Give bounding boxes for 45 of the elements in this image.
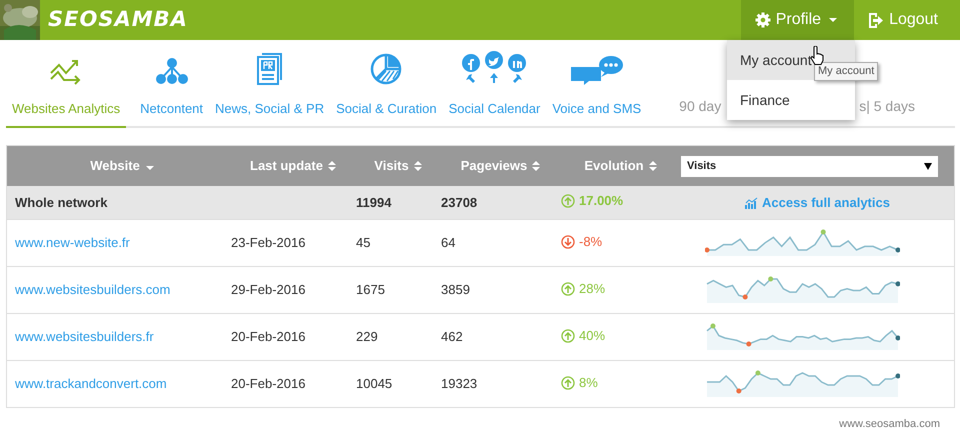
nav-tab[interactable]: Websites Analytics <box>6 40 126 128</box>
nav-tab[interactable]: Social Calendar <box>442 40 546 128</box>
metric-select[interactable]: Visits <box>681 156 938 176</box>
table-cell: 23708 <box>441 194 478 210</box>
table-cell: 45 <box>356 235 370 250</box>
website-link[interactable]: www.new-website.fr <box>15 235 130 250</box>
profile-button[interactable]: Profile <box>740 0 854 40</box>
column-header[interactable]: Visits <box>374 156 423 176</box>
table-cell: 1675 <box>356 282 385 298</box>
evolution-value: 8% <box>561 372 598 392</box>
table-cell: 10045 <box>356 376 392 392</box>
menu-item[interactable]: Finance <box>727 80 855 120</box>
evolution-value: 17.00% <box>561 191 624 211</box>
table-cell: 23-Feb-2016 <box>231 235 306 250</box>
logo-text: SEOSAMBA <box>48 6 188 34</box>
period-text: s| 5 days <box>859 97 915 116</box>
table-cell: 64 <box>441 235 456 250</box>
row-label: Whole network <box>15 194 108 210</box>
tooltip: My account <box>814 62 878 80</box>
table-cell: 29-Feb-2016 <box>231 282 306 298</box>
evolution-value: 28% <box>561 278 606 298</box>
nav-tab[interactable]: Voice and SMS <box>546 40 648 128</box>
table-cell: 462 <box>441 329 463 344</box>
table-cell: 11994 <box>356 194 392 210</box>
table-cell: 19323 <box>441 376 478 392</box>
table-cell: 229 <box>356 329 378 344</box>
nav-tab[interactable]: Netcontent <box>134 40 210 128</box>
table-cell: 20-Feb-2016 <box>231 376 306 392</box>
column-header[interactable]: Website <box>90 156 156 176</box>
period-text: 90 day <box>679 97 722 116</box>
analytics-link[interactable]: Access full analytics <box>745 192 890 212</box>
column-header[interactable]: Evolution <box>584 156 658 176</box>
website-link[interactable]: www.trackandconvert.com <box>15 376 167 392</box>
evolution-value: -8% <box>561 232 602 252</box>
website-link[interactable]: www.websitesbuilders.com <box>15 282 170 298</box>
column-header[interactable]: Last update <box>250 156 337 176</box>
table-cell: 20-Feb-2016 <box>231 329 306 344</box>
logout-button[interactable]: Logout <box>854 0 952 40</box>
footer-text: www.seosamba.com <box>838 417 941 430</box>
table-cell: 3859 <box>441 282 470 298</box>
nav-tab[interactable]: News, Social & PR <box>209 40 330 128</box>
website-link[interactable]: www.websitesbuilders.fr <box>15 329 154 344</box>
evolution-value: 40% <box>561 326 606 346</box>
column-header[interactable]: Pageviews <box>460 156 542 176</box>
nav-tab[interactable]: Social & Curation <box>330 40 443 128</box>
